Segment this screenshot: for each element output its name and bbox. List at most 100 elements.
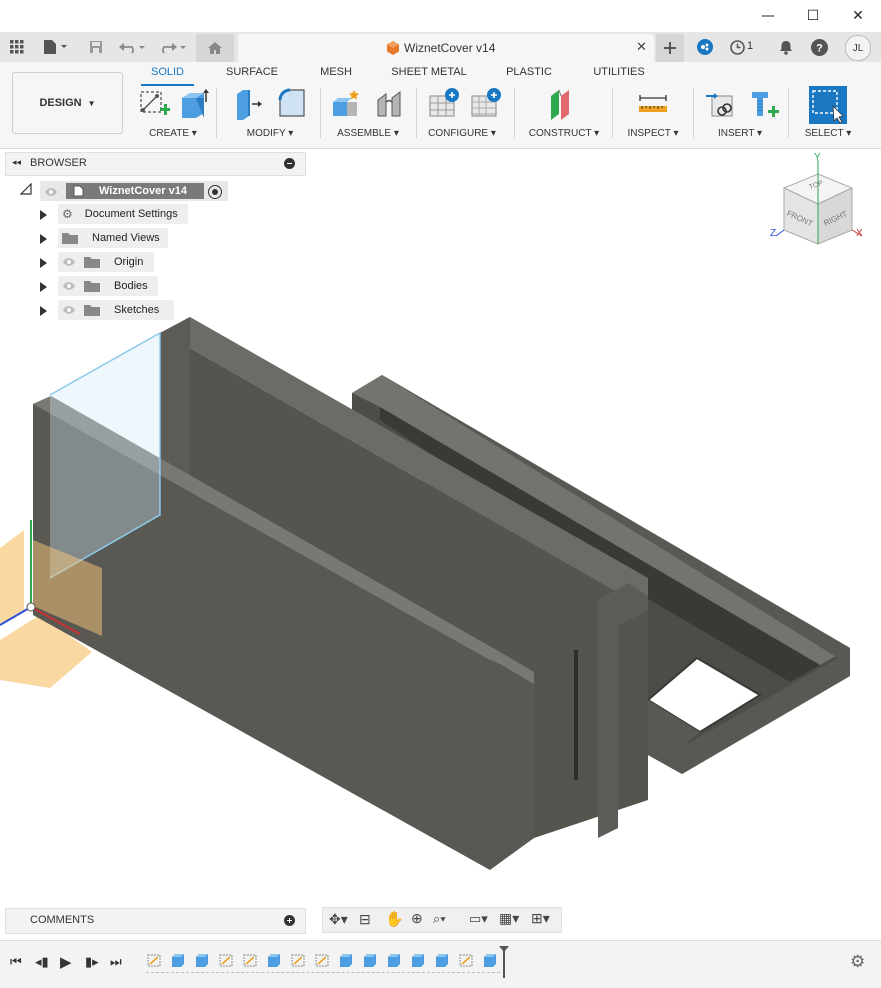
folder-icon: [84, 281, 100, 292]
timeline-extrude-feature[interactable]: [435, 952, 449, 968]
browser-title: BROWSER: [30, 157, 87, 169]
timeline-sketch-feature[interactable]: [243, 952, 257, 968]
create-group-label[interactable]: CREATE ▾: [138, 128, 208, 139]
extensions-icon[interactable]: [694, 32, 716, 62]
timeline-end-icon[interactable]: ⏭: [110, 954, 122, 970]
timeline-prev-icon[interactable]: ◂▮: [35, 954, 49, 970]
insert-derive-icon[interactable]: [706, 86, 738, 122]
comments-title: COMMENTS: [30, 914, 95, 926]
eye-icon[interactable]: [44, 185, 58, 203]
timeline-sketch-feature[interactable]: [219, 952, 233, 968]
tab-solid[interactable]: SOLID: [141, 66, 194, 84]
add-comment-icon[interactable]: [284, 915, 295, 926]
timeline-extrude-feature[interactable]: [267, 952, 281, 968]
view-cube[interactable]: TOP FRONT RIGHT Y X Z: [768, 152, 868, 252]
create-sketch-icon[interactable]: [138, 86, 171, 122]
tree-item-label: Named Views: [92, 232, 160, 244]
browser-minimize-icon[interactable]: [284, 158, 295, 169]
timeline-play-icon[interactable]: ▶: [60, 953, 72, 971]
help-icon[interactable]: ?: [808, 32, 830, 62]
app-grid-icon[interactable]: [6, 32, 28, 62]
timeline-extrude-feature[interactable]: [387, 952, 401, 968]
maximize-button[interactable]: ☐: [790, 0, 836, 32]
file-menu-icon[interactable]: [40, 32, 70, 62]
notification-count: 1: [747, 40, 754, 52]
job-status-icon[interactable]: [727, 32, 747, 62]
browser-header: ◂◂ BROWSER: [5, 152, 306, 176]
comments-panel: COMMENTS: [5, 908, 306, 934]
press-pull-icon[interactable]: [234, 86, 266, 122]
display-settings-icon[interactable]: ▭▾: [469, 911, 488, 927]
workspace-switcher[interactable]: DESIGN ▼: [12, 72, 123, 134]
tab-plastic[interactable]: PLASTIC: [500, 66, 558, 84]
close-window-button[interactable]: ✕: [835, 0, 881, 32]
measure-icon[interactable]: [637, 86, 669, 122]
timeline-sketch-feature[interactable]: [291, 952, 305, 968]
new-tab-icon[interactable]: [656, 34, 684, 62]
expand-icon[interactable]: [40, 282, 47, 292]
configure-rules-icon[interactable]: [470, 86, 502, 122]
redo-icon[interactable]: [157, 32, 189, 62]
configure-table-icon[interactable]: [428, 86, 460, 122]
tab-utilities[interactable]: UTILITIES: [588, 66, 650, 84]
document-tab[interactable]: WiznetCover v14 ✕: [238, 34, 654, 62]
timeline-sketch-feature[interactable]: [315, 952, 329, 968]
navigation-bar: ✥▾ ⊟ ✋ ⊕ ⌕▾ ▭▾ ▦▾ ⊞▾: [322, 907, 562, 933]
viewports-icon[interactable]: ⊞▾: [531, 910, 550, 927]
expand-icon[interactable]: [40, 210, 47, 220]
expand-icon[interactable]: [40, 234, 47, 244]
collapse-root-icon[interactable]: [19, 182, 32, 195]
activate-component-icon[interactable]: [208, 185, 222, 199]
timeline-marker[interactable]: [499, 946, 509, 978]
timeline-settings-icon[interactable]: ⚙: [850, 952, 865, 972]
select-tool-icon[interactable]: [809, 86, 847, 124]
home-tab-icon[interactable]: [196, 34, 234, 62]
grid-settings-icon[interactable]: ▦▾: [499, 910, 519, 927]
zoom-icon[interactable]: ⊕: [411, 910, 423, 927]
timeline-extrude-feature[interactable]: [339, 952, 353, 968]
look-at-icon[interactable]: ⊟: [359, 911, 371, 928]
select-group-label[interactable]: SELECT ▾: [798, 128, 858, 139]
pan-icon[interactable]: ✋: [385, 910, 404, 928]
expand-icon[interactable]: [40, 258, 47, 268]
tab-mesh[interactable]: MESH: [313, 66, 359, 84]
origin-point[interactable]: [26, 602, 36, 612]
timeline-extrude-feature[interactable]: [171, 952, 185, 968]
browser-root-row[interactable]: WiznetCover v14: [40, 181, 228, 201]
root-component-label[interactable]: WiznetCover v14: [66, 183, 204, 199]
timeline-extrude-feature[interactable]: [363, 952, 377, 968]
insert-mcmaster-icon[interactable]: [748, 86, 780, 122]
fillet-icon[interactable]: [276, 86, 308, 122]
expand-icon[interactable]: [40, 306, 47, 316]
timeline-start-icon[interactable]: ⏮: [10, 954, 22, 970]
timeline-next-icon[interactable]: ▮▸: [85, 954, 99, 970]
offset-plane-icon[interactable]: [546, 86, 578, 122]
timeline-sketch-feature[interactable]: [147, 952, 161, 968]
tab-surface[interactable]: SURFACE: [222, 66, 282, 84]
timeline-extrude-feature[interactable]: [483, 952, 497, 968]
extrude-icon[interactable]: [178, 86, 210, 122]
timeline-extrude-feature[interactable]: [195, 952, 209, 968]
timeline-sketch-feature[interactable]: [459, 952, 473, 968]
modify-group-label[interactable]: MODIFY ▾: [232, 128, 308, 139]
minimize-button[interactable]: —: [745, 0, 791, 32]
inspect-group-label[interactable]: INSPECT ▾: [622, 128, 684, 139]
collapse-panel-icon[interactable]: ◂◂: [12, 157, 21, 168]
user-avatar[interactable]: JL: [845, 35, 871, 61]
configure-group-label[interactable]: CONFIGURE ▾: [424, 128, 500, 139]
timeline-extrude-feature[interactable]: [411, 952, 425, 968]
assemble-group-label[interactable]: ASSEMBLE ▾: [332, 128, 404, 139]
workspace-label: DESIGN: [39, 97, 82, 109]
orbit-icon[interactable]: ✥▾: [329, 911, 348, 928]
tab-sheet-metal[interactable]: SHEET METAL: [386, 66, 472, 84]
bell-icon[interactable]: [776, 32, 796, 62]
joint-icon[interactable]: [374, 86, 406, 122]
save-icon[interactable]: [86, 32, 106, 62]
undo-icon[interactable]: [117, 32, 149, 62]
close-tab-icon[interactable]: ✕: [636, 39, 647, 55]
fit-icon[interactable]: ⌕▾: [433, 911, 446, 927]
construct-group-label[interactable]: CONSTRUCT ▾: [524, 128, 604, 139]
new-component-icon[interactable]: [330, 86, 362, 122]
ribbon-divider: [693, 88, 694, 138]
insert-group-label[interactable]: INSERT ▾: [710, 128, 770, 139]
